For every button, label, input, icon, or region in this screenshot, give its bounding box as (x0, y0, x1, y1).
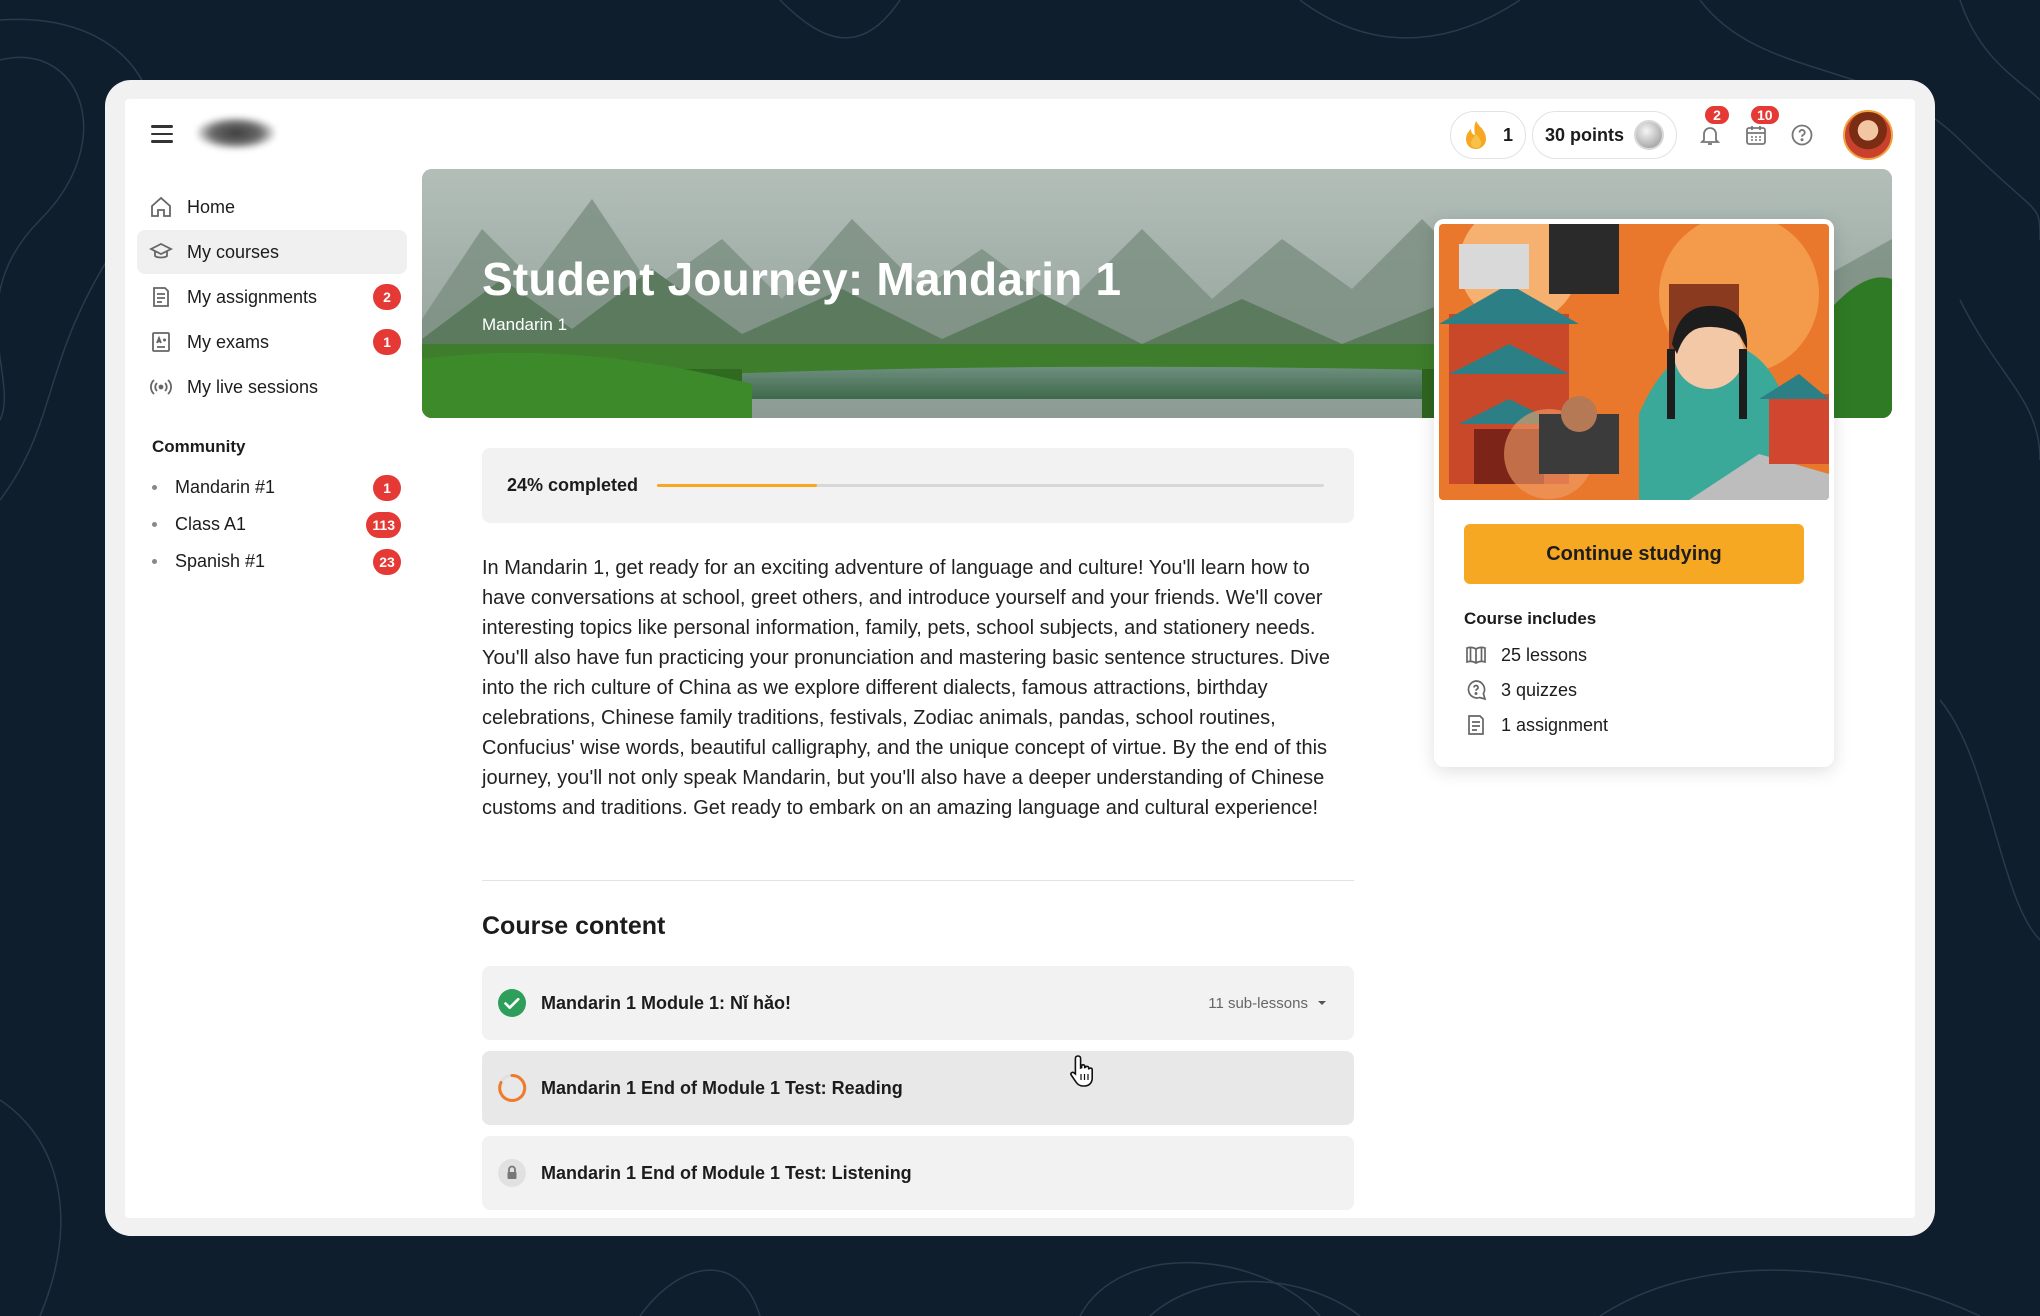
points-pill[interactable]: 30 points (1531, 111, 1677, 159)
course-content-heading: Course content (482, 912, 666, 940)
sidebar-item-my-exams[interactable]: My exams 1 (137, 320, 407, 364)
assignment-icon (1468, 715, 1484, 735)
course-cover-image (1439, 224, 1829, 500)
logo[interactable] (197, 117, 275, 149)
includes-item: 3 quizzes (1464, 678, 1577, 702)
bell-icon (1699, 127, 1721, 145)
exams-badge: 1 (373, 329, 401, 355)
assignment-icon (153, 287, 169, 307)
includes-label: 3 quizzes (1501, 679, 1578, 700)
sidebar-item-label: My courses (187, 241, 280, 262)
sidebar-item-my-assignments[interactable]: My assignments 2 (137, 275, 407, 319)
notifications-badge: 2 (1703, 104, 1731, 126)
sidebar-item-label: My live sessions (187, 376, 319, 397)
notifications-button[interactable]: 2 (1691, 104, 1731, 154)
sidebar-item-my-live-sessions[interactable]: My live sessions (137, 365, 407, 409)
calendar-button[interactable]: 10 (1737, 104, 1781, 154)
course-subtitle: Mandarin 1 (482, 315, 568, 334)
sidebar-item-label: My assignments (187, 286, 318, 307)
broadcast-icon (150, 379, 172, 395)
calendar-icon (1746, 126, 1766, 145)
progress-bar (657, 484, 1324, 487)
lock-icon (497, 1158, 527, 1188)
streak-pill[interactable]: 1 (1449, 111, 1526, 159)
assignments-badge: 2 (373, 284, 401, 310)
sub-lessons-toggle[interactable]: 11 sub-lessons (1208, 995, 1330, 1012)
community-item-label: Spanish #1 (175, 551, 266, 571)
course-includes-heading: Course includes (1464, 609, 1597, 628)
flame-icon (1465, 121, 1486, 149)
quiz-icon (1467, 680, 1487, 701)
lesson-title: Mandarin 1 Module 1: Nǐ hǎo! (541, 992, 792, 1013)
progress-panel: 24% completed (482, 448, 1354, 523)
sidebar-item-label: Home (187, 196, 236, 217)
exam-icon (152, 332, 170, 352)
points-label: 30 points (1544, 124, 1624, 145)
lesson-row[interactable]: Mandarin 1 End of Module 1 Test: Listeni… (482, 1136, 1354, 1210)
community-item-label: Mandarin #1 (175, 477, 276, 497)
community-heading: Community (152, 437, 246, 456)
sidebar-item-label: My exams (187, 331, 270, 352)
streak-count: 1 (1502, 124, 1513, 145)
sidebar-item-my-courses[interactable]: My courses (137, 230, 407, 274)
bullet-icon (152, 522, 157, 527)
hand-cursor-icon (1070, 1055, 1093, 1087)
graduation-cap-icon (149, 242, 173, 259)
bullet-icon (152, 559, 157, 564)
course-title: Student Journey: Mandarin 1 (482, 253, 1122, 305)
progress-ring-icon (497, 1073, 527, 1103)
lesson-row[interactable]: Mandarin 1 Module 1: Nǐ hǎo! 11 sub-less… (482, 966, 1354, 1040)
community-item-mandarin-1[interactable]: Mandarin #1 1 (137, 469, 407, 506)
community-badge: 113 (366, 511, 401, 538)
help-icon (1791, 124, 1813, 146)
includes-label: 25 lessons (1501, 644, 1588, 665)
community-item-label: Class A1 (175, 514, 247, 534)
course-summary-card: Continue studying Course includes 25 les… (1434, 219, 1834, 767)
progress-label: 24% completed (507, 475, 639, 495)
help-button[interactable] (1783, 116, 1821, 154)
includes-label: 1 assignment (1501, 714, 1609, 735)
window-frame: 1 30 points 2 10 Home My courses My assi… (105, 80, 1935, 1236)
continue-studying-button[interactable]: Continue studying (1464, 524, 1804, 584)
lesson-title: Mandarin 1 End of Module 1 Test: Listeni… (541, 1162, 912, 1183)
sidebar-item-home[interactable]: Home (137, 185, 407, 229)
divider (482, 880, 1354, 881)
community-badge: 23 (373, 548, 401, 575)
lesson-title: Mandarin 1 End of Module 1 Test: Reading (541, 1077, 903, 1098)
community-item-spanish-1[interactable]: Spanish #1 23 (137, 543, 407, 580)
sidebar: Home My courses My assignments 2 My exam… (137, 185, 407, 580)
coin-icon (1634, 120, 1664, 150)
calendar-badge: 10 (1749, 104, 1781, 126)
includes-item: 25 lessons (1464, 643, 1587, 667)
sub-lessons-count: 11 sub-lessons (1208, 994, 1308, 1012)
menu-icon[interactable] (151, 125, 173, 143)
lesson-row[interactable]: Mandarin 1 End of Module 1 Test: Reading (482, 1051, 1354, 1125)
course-description: In Mandarin 1, get ready for an exciting… (482, 557, 1330, 819)
topbar-actions: 1 30 points 2 10 (1449, 104, 1893, 161)
home-icon (151, 196, 171, 217)
community-badge: 1 (373, 474, 401, 501)
includes-item: 1 assignment (1464, 713, 1608, 737)
check-circle-icon (497, 988, 527, 1018)
avatar[interactable] (1843, 110, 1893, 160)
community-item-class-a1[interactable]: Class A1 113 (137, 506, 407, 543)
chevron-down-icon (1318, 1001, 1326, 1005)
app-window: 1 30 points 2 10 Home My courses My assi… (125, 99, 1915, 1218)
book-icon (1466, 646, 1486, 665)
progress-fill (657, 484, 818, 487)
bullet-icon (152, 485, 157, 490)
